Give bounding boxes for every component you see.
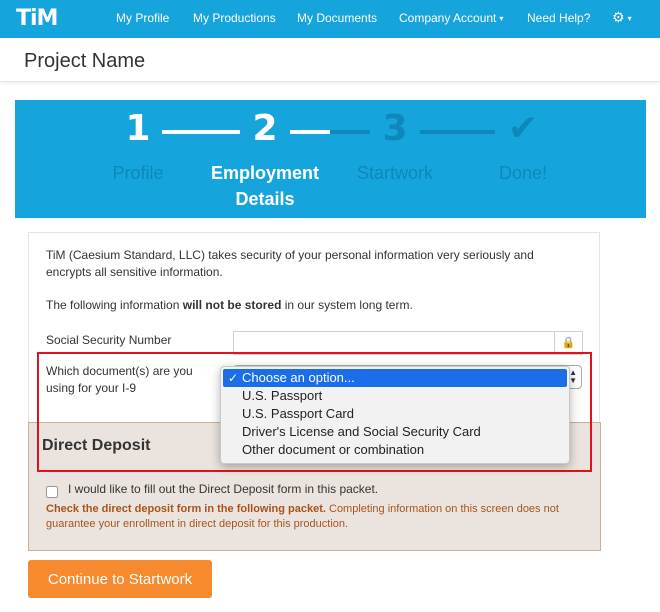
step-connector (420, 130, 495, 134)
chevron-down-icon: ▾ (499, 14, 504, 24)
step-3-number: 3 (382, 108, 408, 149)
checkmark-icon: ✔ (507, 108, 539, 149)
dropdown-option-choose[interactable]: ✓ Choose an option... (223, 369, 567, 387)
storage-notice: The following information will not be st… (46, 297, 413, 314)
nav-my-profile[interactable]: My Profile (116, 11, 169, 25)
direct-deposit-title: Direct Deposit (42, 437, 151, 454)
nav-need-help[interactable]: Need Help? (527, 11, 590, 25)
dropdown-option-us-passport-card[interactable]: U.S. Passport Card (221, 405, 569, 423)
dropdown-option-label: Choose an option... (242, 370, 355, 385)
nav-company-account-label: Company Account (399, 11, 497, 25)
step-1-label: Profile (112, 163, 164, 183)
storage-notice-pre: The following information (46, 298, 183, 312)
top-navbar: TiM My Profile My Productions My Documen… (0, 0, 660, 38)
step-connector (290, 130, 330, 134)
step-3-label: Startwork (356, 163, 434, 183)
direct-deposit-note: Check the direct deposit form in the fol… (46, 502, 586, 532)
chevron-down-icon: ▾ (627, 13, 632, 23)
step-2-label: Employment Details (195, 160, 335, 212)
step-connector (330, 130, 370, 134)
nav-my-documents[interactable]: My Documents (297, 11, 377, 25)
dropdown-option-drivers-license-ssc[interactable]: Driver's License and Social Security Car… (221, 423, 569, 441)
step-progress: 1 2 3 ✔ Profile Employment Details Start… (15, 100, 646, 218)
security-intro: TiM (Caesium Standard, LLC) takes securi… (46, 247, 534, 281)
storage-notice-bold: will not be stored (182, 298, 282, 312)
i9-document-label-line1: Which document(s) are you (46, 364, 193, 378)
step-2-number: 2 (252, 108, 278, 149)
step-4-label: Done! (498, 163, 548, 183)
i9-document-label: Which document(s) are you using for your… (46, 363, 193, 397)
checkmark-icon: ✓ (228, 371, 239, 385)
ssn-label: Social Security Number (46, 333, 172, 347)
step-2-label-line2: Details (235, 189, 295, 209)
lock-icon: 🔒 (554, 331, 583, 355)
nav-company-account[interactable]: Company Account ▾ (399, 11, 503, 25)
step-2-label-line1: Employment (210, 163, 320, 183)
i9-document-dropdown: ✓ Choose an option... U.S. Passport U.S. … (220, 366, 570, 464)
storage-notice-post: in our system long term. (281, 298, 413, 312)
select-arrows-icon: ▲ ▼ (569, 368, 577, 385)
security-intro-line1: TiM (Caesium Standard, LLC) takes securi… (46, 248, 534, 262)
step-1-number: 1 (125, 108, 151, 149)
continue-to-startwork-button[interactable]: Continue to Startwork (28, 560, 212, 598)
page-header: Project Name (0, 38, 660, 82)
security-intro-line2: encrypts all sensitive information. (46, 265, 223, 279)
dropdown-option-us-passport[interactable]: U.S. Passport (221, 387, 569, 405)
page-title: Project Name (24, 50, 146, 72)
settings-menu[interactable]: ⚙ ▾ (612, 9, 632, 26)
i9-document-label-line2: using for your I-9 (46, 381, 137, 395)
direct-deposit-checkbox-label[interactable]: I would like to fill out the Direct Depo… (68, 482, 378, 496)
direct-deposit-note-bold: Check the direct deposit form in the fol… (46, 503, 326, 515)
tim-logo[interactable]: TiM (16, 6, 58, 31)
gear-icon: ⚙ (612, 9, 625, 25)
step-connector (162, 130, 240, 134)
nav-my-productions[interactable]: My Productions (193, 11, 276, 25)
direct-deposit-checkbox[interactable] (46, 486, 58, 498)
ssn-input[interactable] (233, 331, 583, 355)
dropdown-option-other[interactable]: Other document or combination (221, 441, 569, 459)
